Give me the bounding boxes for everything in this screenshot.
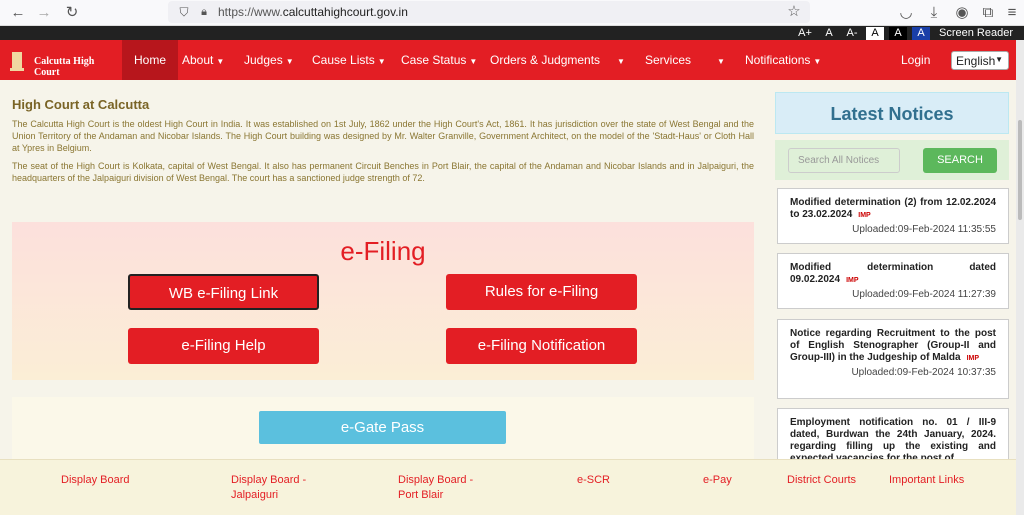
notices-search-button[interactable]: SEARCH — [923, 148, 997, 173]
efiling-help-button[interactable]: e-Filing Help — [128, 328, 319, 364]
footer-escr[interactable]: e-SCR — [577, 473, 610, 488]
nav-orders-judgments[interactable]: Orders & Judgments — [490, 40, 600, 80]
efiling-notification-button[interactable]: e-Filing Notification — [446, 328, 637, 364]
notice-title[interactable]: Modified determination dated 09.02.2024 I… — [790, 262, 996, 287]
nav-notifications[interactable]: Notifications ▼ — [745, 40, 821, 80]
accessibility-bar: A+ A A- A A A Screen Reader — [0, 26, 1024, 40]
font-normal-button[interactable]: A — [822, 27, 836, 40]
caret-down-icon: ▼ — [377, 57, 386, 66]
notice-title-text: Modified determination dated 09.02.2024 — [790, 262, 996, 285]
chevron-down-icon: ▼ — [995, 55, 1003, 64]
footer-link-line: Display Board - — [398, 474, 474, 486]
efiling-title: e-Filing — [340, 236, 426, 266]
scrollbar[interactable] — [1016, 40, 1024, 515]
theme-blue-button[interactable]: A — [912, 27, 930, 40]
about-paragraph-2: The seat of the High Court is Kolkata, c… — [12, 161, 754, 183]
screen-reader-link[interactable]: Screen Reader — [936, 27, 1016, 40]
notice-title-text: Notice regarding Recruitment to the post… — [790, 328, 996, 363]
caret-down-icon: ▼ — [216, 57, 225, 66]
theme-black-button[interactable]: A — [889, 27, 907, 40]
nav-home[interactable]: Home — [122, 40, 179, 80]
imp-badge: IMP — [858, 212, 871, 219]
main-navbar: Calcutta High Court Home About ▼ Judges ▼ … — [0, 40, 1016, 80]
scrollbar-thumb[interactable] — [1018, 120, 1022, 220]
notices-search-input[interactable]: Search All Notices — [788, 148, 900, 173]
address-bar[interactable]: ⛉ 🔒︎ https://www.calcuttahighcourt.gov.i… — [168, 1, 810, 23]
star-icon[interactable]: ☆ — [784, 2, 804, 22]
efiling-panel: e-Filing WB e-Filing Link Rules for e-Fi… — [12, 222, 754, 380]
emblem-icon — [10, 52, 24, 71]
footer-links: Display Board Display Board - Jalpaiguri … — [0, 459, 1016, 515]
notice-date: Uploaded:09-Feb-2024 11:27:39 — [852, 289, 996, 300]
nav-about-label: About — [182, 53, 214, 67]
logo-text: Calcutta High Court — [34, 56, 95, 78]
about-paragraph-1: The Calcutta High Court is the oldest Hi… — [12, 119, 754, 153]
nav-about[interactable]: About ▼ — [182, 40, 224, 80]
caret-down-icon: ▼ — [285, 57, 294, 66]
url-prefix: https://www. — [218, 5, 283, 19]
download-icon[interactable]: ⤓ — [924, 3, 944, 23]
theme-white-button[interactable]: A — [866, 27, 884, 40]
site-logo[interactable]: Calcutta High Court — [10, 50, 110, 78]
footer-link-line: Display Board - — [231, 474, 307, 486]
nav-case-status[interactable]: Case Status ▼ — [401, 40, 477, 80]
footer-link-line: Port Blair — [398, 489, 444, 501]
nav-cause-lists-label: Cause Lists — [312, 53, 375, 67]
menu-icon[interactable]: ≡ — [1002, 3, 1022, 23]
nav-judges-label: Judges — [244, 53, 283, 67]
reload-icon[interactable]: ↻ — [62, 3, 82, 23]
footer-important-links[interactable]: Important Links — [889, 473, 964, 488]
language-select[interactable]: English ▼ — [951, 51, 1009, 70]
language-value: English — [956, 54, 996, 68]
caret-down-icon[interactable]: ▼ — [614, 40, 625, 80]
pocket-icon[interactable]: ◡ — [896, 3, 916, 23]
notice-title[interactable]: Notice regarding Recruitment to the post… — [790, 328, 996, 365]
footer-district-courts[interactable]: District Courts — [787, 473, 856, 488]
nav-case-status-label: Case Status — [401, 53, 467, 67]
caret-down-icon: ▼ — [469, 57, 478, 66]
notices-title: Latest Notices — [775, 92, 1009, 134]
footer-epay[interactable]: e-Pay — [703, 473, 732, 488]
notice-card[interactable]: Modified determination (2) from 12.02.20… — [777, 188, 1009, 244]
nav-cause-lists[interactable]: Cause Lists ▼ — [312, 40, 386, 80]
notice-title[interactable]: Modified determination (2) from 12.02.20… — [790, 197, 996, 222]
imp-badge: IMP — [846, 277, 859, 284]
forward-arrow-icon[interactable]: → — [34, 3, 54, 23]
notice-date: Uploaded:09-Feb-2024 10:37:35 — [851, 367, 996, 378]
section-title: High Court at Calcutta — [12, 97, 150, 112]
notices-search: Search All Notices SEARCH — [775, 140, 1009, 180]
imp-badge: IMP — [966, 355, 980, 362]
notice-card[interactable]: Modified determination dated 09.02.2024 I… — [777, 253, 1009, 309]
font-decrease-button[interactable]: A- — [843, 27, 861, 40]
font-increase-button[interactable]: A+ — [796, 27, 814, 40]
footer-link-line: Jalpaiguri — [231, 489, 279, 501]
latest-notices-panel: Latest Notices Search All Notices SEARCH… — [775, 92, 1009, 472]
notice-title[interactable]: Employment notification no. 01 / III-9 d… — [790, 417, 996, 465]
nav-login[interactable]: Login — [901, 40, 930, 80]
nav-services[interactable]: Services — [645, 40, 691, 80]
notice-title-text: Modified determination (2) from 12.02.20… — [790, 197, 996, 220]
browser-toolbar: ← → ↻ ⛉ 🔒︎ https://www.calcuttahighcourt… — [0, 0, 1024, 26]
account-icon[interactable]: ◉ — [952, 3, 972, 23]
footer-display-board-port-blair[interactable]: Display Board - Port Blair — [398, 473, 473, 503]
rules-efiling-button[interactable]: Rules for e-Filing — [446, 274, 637, 310]
wb-efiling-link-button[interactable]: WB e-Filing Link — [128, 274, 319, 310]
footer-display-board-jalpaiguri[interactable]: Display Board - Jalpaiguri — [231, 473, 306, 503]
egate-panel: e-Gate Pass — [12, 397, 754, 467]
lock-icon[interactable]: 🔒︎ — [194, 2, 214, 22]
back-arrow-icon[interactable]: ← — [8, 3, 28, 23]
url-text[interactable]: https://www.calcuttahighcourt.gov.in — [218, 5, 408, 19]
shield-icon[interactable]: ⛉ — [174, 2, 194, 22]
egate-pass-button[interactable]: e-Gate Pass — [259, 411, 506, 444]
url-domain: calcuttahighcourt.gov.in — [282, 5, 408, 19]
nav-judges[interactable]: Judges ▼ — [244, 40, 294, 80]
caret-down-icon[interactable]: ▼ — [714, 40, 725, 80]
notice-date: Uploaded:09-Feb-2024 11:35:55 — [852, 224, 996, 235]
nav-notifications-label: Notifications — [745, 53, 811, 67]
extensions-icon[interactable]: ⧉ — [978, 3, 998, 23]
notice-card[interactable]: Notice regarding Recruitment to the post… — [777, 319, 1009, 399]
about-section: High Court at Calcutta The Calcutta High… — [12, 92, 754, 204]
caret-down-icon: ▼ — [813, 57, 822, 66]
footer-display-board[interactable]: Display Board — [61, 473, 129, 488]
